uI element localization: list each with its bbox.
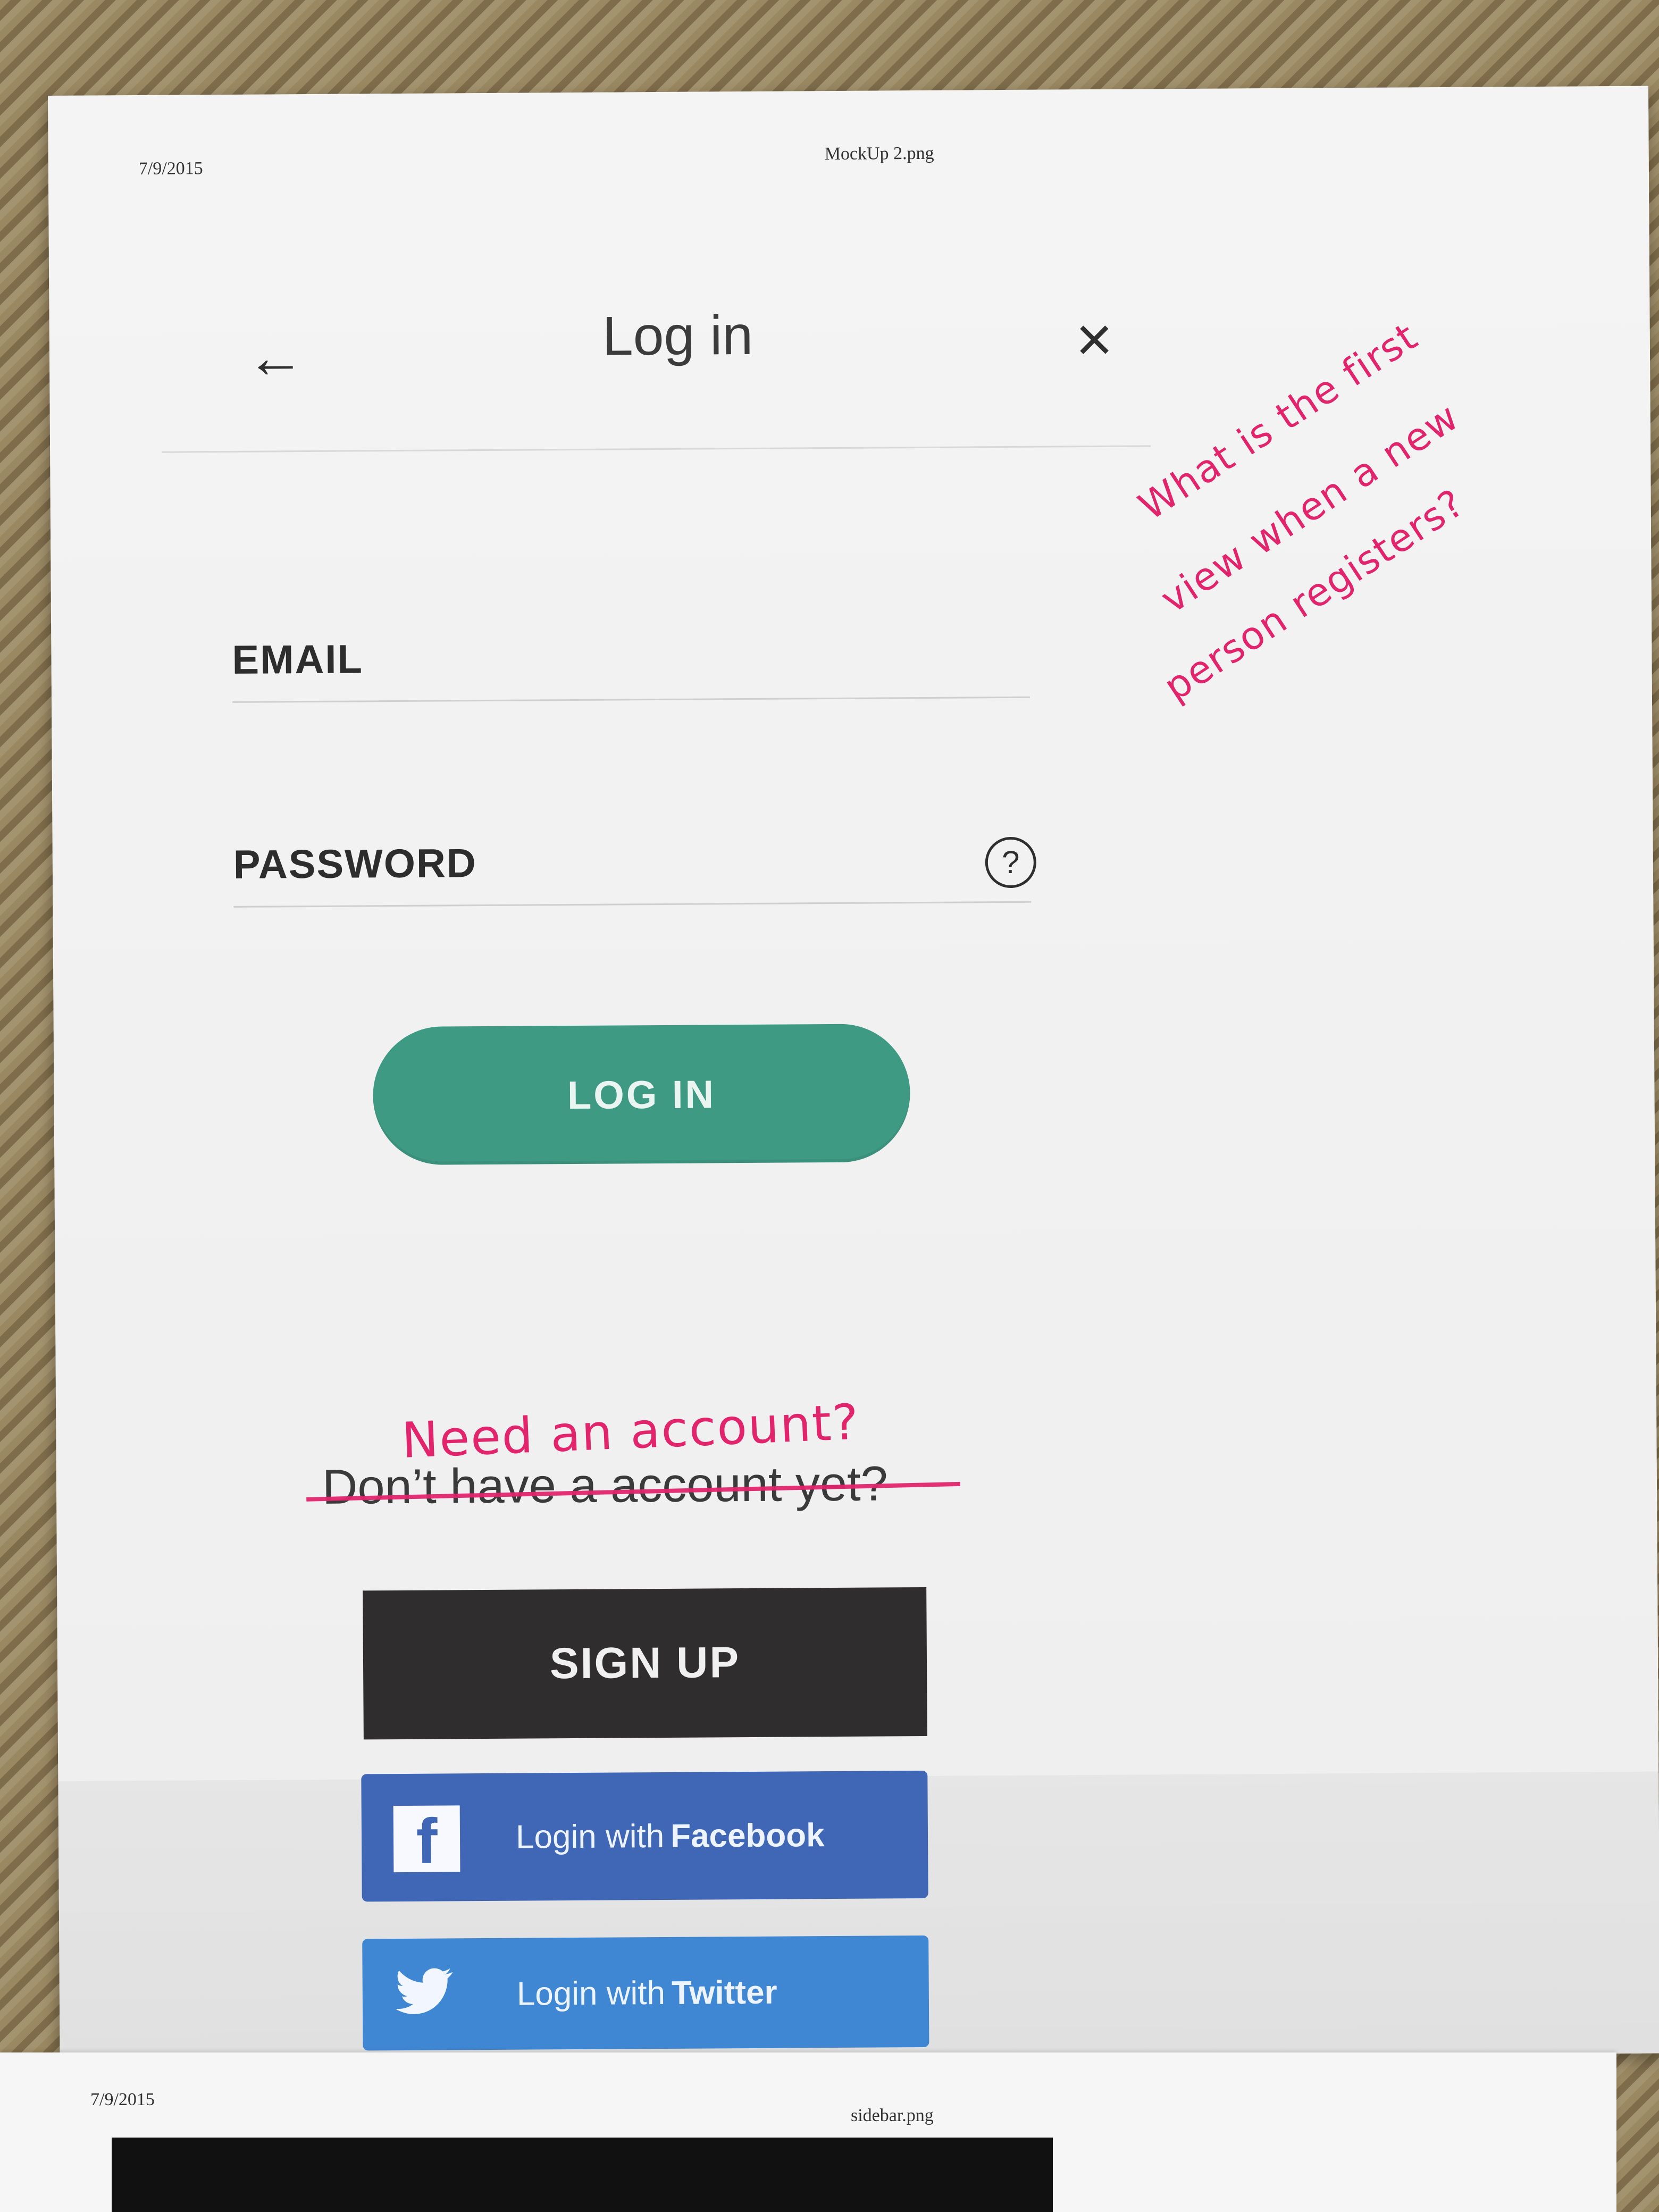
side-note-line: What is the first xyxy=(1130,313,1426,529)
twitter-icon xyxy=(395,1968,453,2014)
arrow-left-icon[interactable]: ← xyxy=(246,324,305,390)
lower-printed-sheet: 7/9/2015 sidebar.png xyxy=(0,2052,1616,2212)
login-header: ← Log in × xyxy=(166,286,1155,398)
handwritten-side-note: What is the first view when a new person… xyxy=(1118,314,1525,754)
lower-print-file-name: sidebar.png xyxy=(851,2106,934,2125)
header-divider xyxy=(162,445,1151,453)
facebook-button-brand: Facebook xyxy=(670,1816,825,1855)
password-field[interactable]: PASSWORD ? xyxy=(233,836,1037,908)
page-title: Log in xyxy=(602,304,753,367)
lower-print-date: 7/9/2015 xyxy=(90,2090,155,2109)
facebook-button-prefix: Login with xyxy=(515,1817,665,1856)
signup-button[interactable]: SIGN UP xyxy=(363,1587,927,1740)
print-file-name: MockUp 2.png xyxy=(824,143,934,164)
facebook-login-button[interactable]: f Login with Facebook xyxy=(361,1770,928,1902)
email-field[interactable]: EMAIL xyxy=(232,632,1030,703)
password-label: PASSWORD xyxy=(233,841,477,887)
email-underline xyxy=(232,696,1030,703)
print-date: 7/9/2015 xyxy=(138,158,203,179)
close-icon[interactable]: × xyxy=(1075,304,1113,375)
lower-mockup-dark-bar xyxy=(112,2138,1053,2212)
question-circle-icon[interactable]: ? xyxy=(985,836,1037,889)
email-label: EMAIL xyxy=(232,636,364,683)
facebook-icon: f xyxy=(393,1805,460,1877)
printed-mockup-sheet: 7/9/2015 MockUp 2.png ← Log in × EMAIL P… xyxy=(48,86,1659,2063)
twitter-button-prefix: Login with xyxy=(516,1974,666,2013)
login-button[interactable]: LOG IN xyxy=(372,1024,911,1166)
twitter-login-button[interactable]: Login with Twitter xyxy=(362,1935,929,2051)
twitter-button-brand: Twitter xyxy=(671,1974,777,2012)
password-underline xyxy=(233,901,1032,908)
